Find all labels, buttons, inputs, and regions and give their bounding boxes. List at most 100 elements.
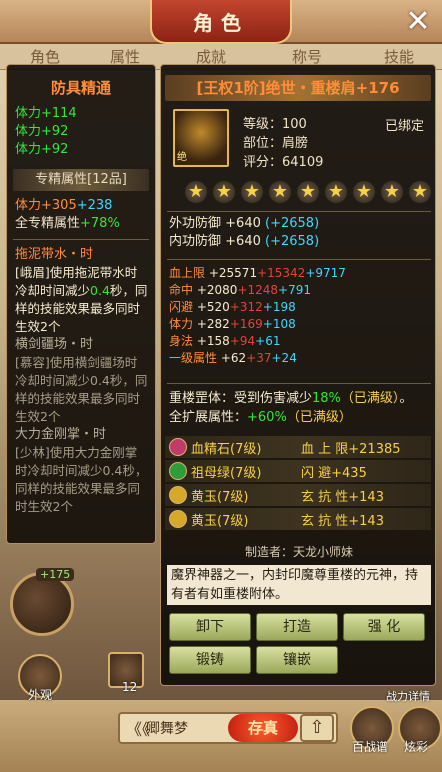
defense-label: 外功防御	[169, 216, 222, 231]
close-button[interactable]: ✕	[400, 4, 436, 40]
gem-row: 血精石(7级) 血 上 限+21385	[165, 436, 431, 458]
gem-icon	[169, 510, 187, 528]
save-button[interactable]: 存真	[228, 714, 298, 742]
attr-label: 全专精属性	[15, 216, 81, 231]
unequip-button[interactable]: 卸下	[169, 613, 251, 641]
mastery-line: 体力+114	[15, 106, 77, 121]
set-bonus: 重楼罡体：受到伤害减少18%（已满级）。 全扩展属性：+60%（已满级）	[169, 389, 412, 427]
hammer-count: 12	[122, 680, 138, 694]
defense-row: 外功防御 +640 (+2658)	[169, 215, 319, 233]
divider	[167, 259, 431, 260]
stat-label: 身法	[169, 334, 194, 348]
stat-extra: +108	[262, 317, 296, 331]
mastery-line: 体力+92	[15, 124, 69, 139]
inlay-button[interactable]: 镶嵌	[256, 646, 338, 674]
forge-button[interactable]: 打造	[256, 613, 338, 641]
stat-bonus: +169	[229, 317, 263, 331]
star-icon: ★	[409, 181, 431, 203]
stat-bonus: +1248	[237, 283, 279, 297]
attr-value: +305	[41, 198, 77, 213]
skill-description: [少林]使用大力金刚掌时冷却时间减少0.4秒，同样的技能效果最多同时生效2个	[15, 445, 148, 514]
arrow-up-button[interactable]: ⇧	[300, 714, 334, 742]
mastery-tooltip: 防具精通 体力+114 体力+92 体力+92 专精属性[12品] 体力+305…	[6, 64, 156, 544]
divider	[13, 239, 149, 240]
enhance-level-badge: +175	[36, 568, 75, 581]
defense-bonus: (+2658)	[265, 216, 320, 231]
equipment-slot-avatar[interactable]	[10, 572, 74, 636]
stat-label: 一级属性	[169, 351, 218, 365]
stat-base: +2080	[196, 283, 238, 297]
baizhan-label: 百战谱	[352, 740, 389, 754]
defense-value: +640	[225, 216, 261, 231]
page-title: 角色	[150, 0, 292, 44]
gem-row: 黄玉(7级) 玄 抗 性+143	[165, 484, 431, 506]
skill-description: [峨眉]使用拖泥带水时冷却时间减少0.4秒，同样的技能效果最多同时生效2个	[7, 264, 155, 336]
chevron-left-icon[interactable]: 《《	[126, 716, 150, 740]
stat-label: 命中	[169, 283, 194, 297]
gem-icon	[169, 462, 187, 480]
refine-button[interactable]: 锻铸	[169, 646, 251, 674]
character-name: 卿舞梦	[146, 721, 188, 737]
skill-title: 大力金刚掌・时	[15, 427, 107, 442]
item-grade-mark: 绝	[177, 152, 187, 163]
attr-value: +78%	[80, 216, 120, 231]
defense-stats: 外功防御 +640 (+2658) 内功防御 +640 (+2658)	[169, 215, 319, 251]
gem-stat: 玄 抗 性+143	[301, 513, 384, 529]
stat-row: 命中 +2080+1248+791	[169, 282, 346, 299]
stat-base: +158	[196, 334, 230, 348]
shoulder-armor-icon: 绝	[173, 109, 229, 167]
attr-bonus: +238	[76, 198, 113, 213]
gem-icon	[169, 486, 187, 504]
stat-extra: +791	[278, 283, 311, 297]
stat-row: 身法 +158+94+61	[169, 333, 346, 350]
stat-base: +62	[220, 351, 247, 365]
gem-name: 祖母绿(7级)	[191, 465, 262, 481]
gem-name: 黄玉(7级)	[191, 513, 249, 529]
item-name: [王权1阶]绝世・重楼肩+176	[165, 75, 431, 101]
item-stats: 血上限 +25571+15342+9717 命中 +2080+1248+791 闪避…	[169, 265, 346, 367]
stat-label: 体力	[169, 317, 194, 331]
action-buttons: 卸下 打造 强 化 锻铸 镶嵌	[169, 613, 425, 674]
attr-label: 体力	[15, 198, 42, 213]
defense-bonus: (+2658)	[265, 234, 320, 249]
stat-label: 闪避	[169, 300, 194, 314]
stat-bonus: +37	[246, 351, 272, 365]
set-tag: （已满级）	[286, 410, 352, 425]
star-icon: ★	[297, 181, 319, 203]
enhance-button[interactable]: 强 化	[343, 613, 425, 641]
divider	[167, 211, 431, 212]
specialization-attr-1: 体力+305+238	[7, 197, 155, 215]
specialization-header: 专精属性[12品]	[13, 169, 149, 191]
gem-row: 黄玉(7级) 玄 抗 性+143	[165, 508, 431, 530]
set-text: 全扩展属性：	[169, 410, 248, 425]
combat-detail-link[interactable]: 战力详情	[386, 688, 430, 704]
item-tooltip: [王权1阶]绝世・重楼肩+176 绝 等级：100 部位：肩膀 评分：64109…	[160, 64, 436, 686]
defense-row: 内功防御 +640 (+2658)	[169, 233, 319, 251]
stat-extra: +9717	[305, 266, 346, 280]
stat-base: +520	[196, 300, 230, 314]
set-value: 18%	[312, 391, 341, 406]
skill-title: 拖泥带水・时	[15, 247, 94, 262]
level-value: 100	[282, 117, 307, 132]
star-icon: ★	[353, 181, 375, 203]
bound-status: 已绑定	[385, 119, 425, 134]
gem-stat: 闪 避+435	[301, 465, 367, 481]
skill-description: [慕容]使用横剑疆场时冷却时间减少0.4秒，同样的技能效果最多同时生效2个	[15, 355, 148, 424]
stat-row: 一级属性 +62+37+24	[169, 350, 346, 367]
gem-stat: 血 上 限+21385	[301, 441, 401, 457]
set-text: 重楼罡体：受到伤害减少	[169, 391, 313, 406]
star-icon: ★	[213, 181, 235, 203]
gem-stat: 玄 抗 性+143	[301, 489, 384, 505]
stat-bonus: +15342	[257, 266, 306, 280]
maker: 制造者：天龙小师妹	[244, 545, 353, 559]
set-bonus-row: 重楼罡体：受到伤害减少18%（已满级）。	[169, 389, 412, 408]
star-icon: ★	[241, 181, 263, 203]
gem-name: 血精石(7级)	[191, 441, 262, 457]
stat-base: +282	[196, 317, 230, 331]
set-text: 。	[399, 391, 413, 406]
set-tag: （已满级）	[340, 391, 400, 406]
stat-bonus: +312	[229, 300, 263, 314]
slot-label: 部位：	[243, 136, 283, 151]
stat-extra: +24	[271, 351, 297, 365]
gem-list: 血精石(7级) 血 上 限+21385 祖母绿(7级) 闪 避+435 黄玉(7级) 玄 …	[165, 436, 431, 532]
